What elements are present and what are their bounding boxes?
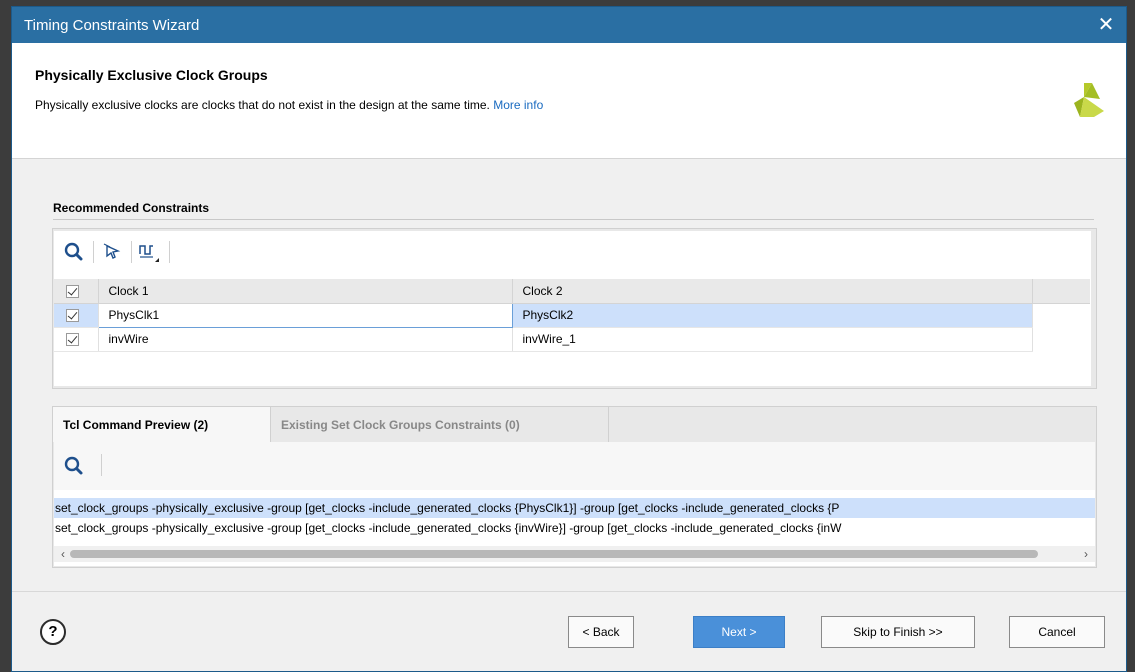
row-filler: [1032, 327, 1090, 351]
skip-to-finish-button[interactable]: Skip to Finish >>: [821, 616, 975, 648]
page-title: Physically Exclusive Clock Groups: [35, 67, 268, 83]
page-description: Physically exclusive clocks are clocks t…: [35, 98, 543, 112]
tcl-command-line[interactable]: set_clock_groups -physically_exclusive -…: [54, 498, 1095, 518]
toolbar-separator: [101, 454, 102, 476]
row-checkbox[interactable]: [54, 327, 99, 352]
constraints-panel-body: Clock 1 Clock 2 PhysClk1 PhysClk2 invWir…: [54, 231, 1091, 386]
clock-waveform-icon[interactable]: [137, 240, 161, 264]
scrollbar-thumb[interactable]: [70, 550, 1038, 558]
tcl-preview-toolbar: [54, 442, 1095, 490]
table-header-row: Clock 1 Clock 2: [54, 279, 1090, 304]
constraints-toolbar: [54, 231, 1091, 275]
footer-divider: [12, 591, 1126, 592]
cell-clock1[interactable]: PhysClk1: [97, 302, 513, 328]
wizard-window: Timing Constraints Wizard ✕ Physically E…: [11, 6, 1127, 672]
cell-clock1[interactable]: invWire: [98, 327, 513, 352]
close-icon[interactable]: ✕: [1094, 13, 1118, 37]
table-row[interactable]: PhysClk1 PhysClk2: [54, 302, 1090, 328]
section-divider: [53, 219, 1094, 220]
tcl-preview-body: set_clock_groups -physically_exclusive -…: [54, 442, 1095, 566]
scroll-left-arrow-icon[interactable]: ‹: [56, 546, 70, 562]
cell-clock2[interactable]: PhysClk2: [512, 303, 1033, 328]
description-text: Physically exclusive clocks are clocks t…: [35, 98, 490, 112]
horizontal-scrollbar[interactable]: ‹ ›: [54, 546, 1095, 562]
tcl-command-line[interactable]: set_clock_groups -physically_exclusive -…: [54, 518, 1095, 538]
clock-groups-table: Clock 1 Clock 2 PhysClk1 PhysClk2 invWir…: [54, 279, 1090, 352]
tab-existing-constraints[interactable]: Existing Set Clock Groups Constraints (0…: [271, 407, 609, 442]
select-all-checkbox[interactable]: [54, 279, 99, 304]
xilinx-logo-icon: [1074, 83, 1104, 117]
scroll-right-arrow-icon[interactable]: ›: [1079, 546, 1093, 562]
toolbar-separator: [93, 241, 94, 263]
toolbar-separator: [131, 241, 132, 263]
toolbar-separator: [169, 241, 170, 263]
row-checkbox[interactable]: [54, 303, 99, 328]
preview-tabs: Tcl Command Preview (2) Existing Set Clo…: [53, 407, 1096, 442]
select-cursor-icon[interactable]: [101, 240, 125, 264]
help-icon[interactable]: ?: [40, 619, 66, 645]
more-info-link[interactable]: More info: [493, 98, 543, 112]
section-title: Recommended Constraints: [53, 201, 210, 215]
back-button[interactable]: < Back: [568, 616, 634, 648]
wizard-header: Physically Exclusive Clock Groups Physic…: [12, 43, 1126, 159]
tab-tcl-command-preview[interactable]: Tcl Command Preview (2): [53, 407, 271, 442]
cell-clock2[interactable]: invWire_1: [512, 327, 1033, 352]
column-header-clock2[interactable]: Clock 2: [512, 279, 1033, 304]
constraints-panel: Clock 1 Clock 2 PhysClk1 PhysClk2 invWir…: [52, 228, 1097, 389]
title-bar: Timing Constraints Wizard ✕: [12, 7, 1126, 43]
next-button[interactable]: Next >: [693, 616, 785, 648]
tcl-preview-panel: Tcl Command Preview (2) Existing Set Clo…: [52, 406, 1097, 568]
cancel-button[interactable]: Cancel: [1009, 616, 1105, 648]
row-filler: [1032, 303, 1090, 327]
window-title: Timing Constraints Wizard: [24, 17, 200, 34]
search-icon[interactable]: [62, 454, 86, 478]
search-icon[interactable]: [62, 240, 86, 264]
table-row[interactable]: invWire invWire_1: [54, 327, 1090, 352]
column-header-filler: [1032, 279, 1090, 304]
column-header-clock1[interactable]: Clock 1: [98, 279, 513, 304]
